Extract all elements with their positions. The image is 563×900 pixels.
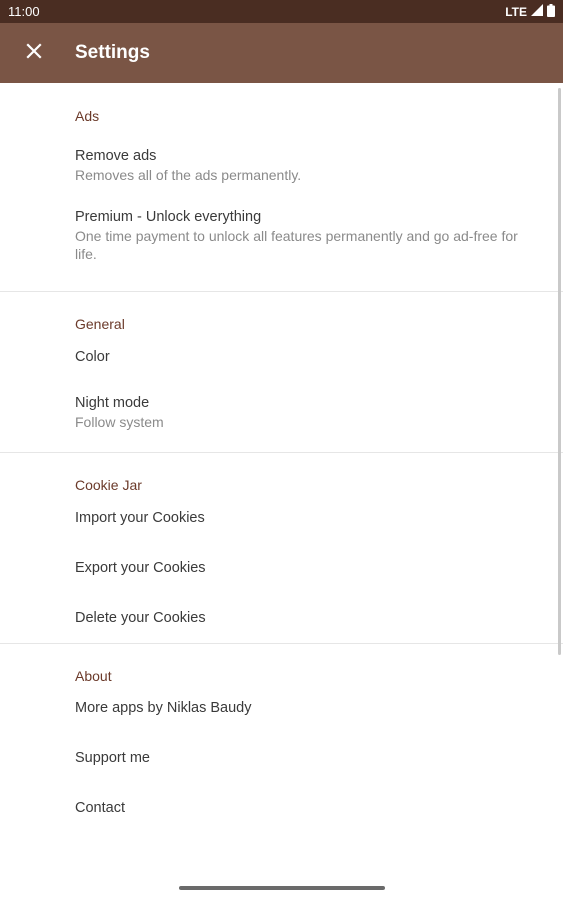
pref-contact[interactable]: Contact (0, 797, 563, 819)
pref-title: Color (75, 349, 110, 365)
pref-title: Contact (75, 800, 125, 816)
pref-premium[interactable]: Premium - Unlock everything One time pay… (0, 193, 563, 273)
pref-support-me[interactable]: Support me (0, 747, 563, 769)
network-label: LTE (505, 4, 527, 19)
pref-import-cookies[interactable]: Import your Cookies (0, 507, 563, 529)
section-ads: Ads Remove ads Removes all of the ads pe… (0, 83, 563, 273)
close-button[interactable] (4, 23, 64, 83)
pref-remove-ads[interactable]: Remove ads Removes all of the ads perman… (0, 137, 563, 193)
scrollbar[interactable] (558, 88, 561, 655)
pref-night-mode[interactable]: Night mode Follow system (0, 384, 563, 440)
section-cookie-jar: Cookie Jar Import your Cookies Export yo… (0, 453, 563, 629)
pref-title: Night mode (75, 395, 150, 411)
close-icon (26, 42, 42, 64)
pref-delete-cookies[interactable]: Delete your Cookies (0, 607, 563, 629)
pref-title: Delete your Cookies (75, 610, 206, 626)
pref-summary: One time payment to unlock all features … (75, 228, 518, 262)
status-time: 11:00 (8, 4, 40, 19)
pref-title: Support me (75, 750, 150, 766)
pref-summary: Follow system (75, 414, 164, 430)
pref-title: Export your Cookies (75, 560, 206, 576)
pref-more-apps[interactable]: More apps by Niklas Baudy (0, 697, 563, 719)
battery-icon (547, 3, 555, 20)
settings-list: Ads Remove ads Removes all of the ads pe… (0, 83, 563, 819)
pref-title: More apps by Niklas Baudy (75, 700, 252, 716)
gesture-nav-handle[interactable] (179, 886, 385, 890)
pref-export-cookies[interactable]: Export your Cookies (0, 557, 563, 579)
section-about: About More apps by Niklas Baudy Support … (0, 644, 563, 819)
app-bar: Settings (0, 23, 563, 83)
section-general: General Color Night mode Follow system (0, 292, 563, 440)
pref-title: Import your Cookies (75, 510, 205, 526)
signal-icon (531, 4, 543, 19)
pref-summary: Removes all of the ads permanently. (75, 167, 302, 183)
pref-color[interactable]: Color (0, 346, 563, 368)
pref-title: Premium - Unlock everything (75, 209, 262, 225)
pref-title: Remove ads (75, 148, 157, 164)
status-icons: LTE (505, 3, 555, 20)
status-bar: 11:00 LTE (0, 0, 563, 23)
page-title: Settings (75, 42, 150, 63)
